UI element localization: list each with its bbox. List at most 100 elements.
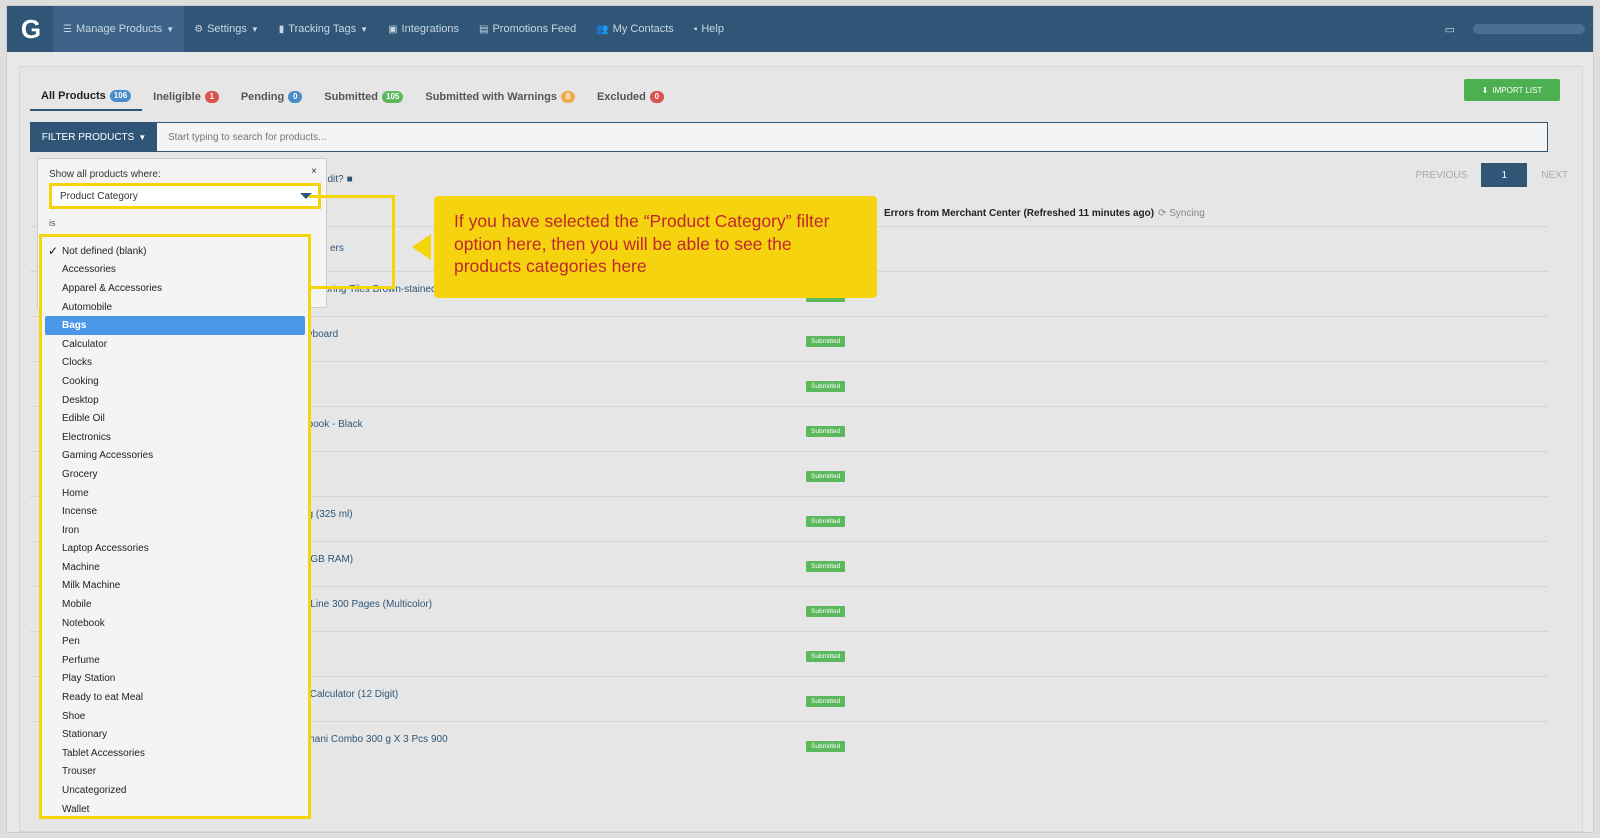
category-option[interactable]: Tablet Accessories xyxy=(42,744,308,763)
app-logo[interactable]: G xyxy=(9,6,53,52)
product-name-link[interactable]: ikhani Combo 300 g X 3 Pcs 900 xyxy=(302,734,448,745)
tab-label: Ineligible xyxy=(153,91,201,103)
nav-item-my-contacts[interactable]: 👥 My Contacts xyxy=(586,6,684,52)
nav-item-tracking-tags[interactable]: ▮ Tracking Tags ▼ xyxy=(269,6,378,52)
account-email[interactable] xyxy=(1473,24,1585,34)
filter-products-button[interactable]: FILTER PRODUCTS ▼ xyxy=(31,123,157,151)
category-option[interactable]: Grocery xyxy=(42,465,308,484)
category-option[interactable]: ✓ Not defined (blank) xyxy=(42,242,308,261)
tab-ineligible[interactable]: Ineligible 1 xyxy=(142,83,230,111)
nav-item-settings[interactable]: ⚙ Settings ▼ xyxy=(184,6,269,52)
id-card-icon[interactable]: ▭ xyxy=(1445,23,1455,36)
category-option[interactable]: Ready to eat Meal xyxy=(42,688,308,707)
close-icon[interactable]: × xyxy=(311,166,317,177)
tab-excluded[interactable]: Excluded 0 xyxy=(586,83,675,111)
category-option[interactable]: Milk Machine xyxy=(42,577,308,596)
tab-label: Submitted xyxy=(324,91,379,103)
category-option[interactable]: Iron xyxy=(42,521,308,540)
nav-item-help[interactable]: ▪ Help xyxy=(684,6,734,52)
category-option-label: Ready to eat Meal xyxy=(62,692,144,704)
category-option[interactable]: Incense xyxy=(42,502,308,521)
category-option-label: Play Station xyxy=(62,673,116,685)
category-option-label: Apparel & Accessories xyxy=(62,282,163,294)
nav-item-integrations[interactable]: ▣ Integrations xyxy=(378,6,469,52)
top-navbar: G ☰ Manage Products ▼ ⚙ Settings ▼ ▮ Tracking T… xyxy=(7,6,1593,52)
category-option[interactable]: Automobile xyxy=(42,298,308,317)
category-option[interactable]: Trouser xyxy=(42,763,308,782)
category-option-label: Home xyxy=(62,487,89,499)
category-option-label: Accessories xyxy=(62,264,116,276)
import-list-button[interactable]: ⬇ IMPORT LIST xyxy=(1464,79,1560,101)
category-option[interactable]: Notebook xyxy=(42,614,308,633)
category-option[interactable]: Clocks xyxy=(42,354,308,373)
filter-field-select[interactable]: Product Category xyxy=(49,183,321,209)
category-option[interactable]: Machine xyxy=(42,558,308,577)
status-badge: Submitted xyxy=(806,516,846,527)
category-option-label: Clocks xyxy=(62,357,93,369)
product-search-input[interactable] xyxy=(157,123,1547,151)
download-icon: ⬇ xyxy=(1481,85,1489,95)
category-option[interactable]: Pen xyxy=(42,632,308,651)
category-option[interactable]: Wallet xyxy=(42,800,308,819)
category-option-label: Not defined (blank) xyxy=(62,245,147,257)
category-option-label: Bags xyxy=(62,320,87,332)
category-option[interactable]: Apparel & Accessories xyxy=(42,279,308,298)
tab-submitted[interactable]: Submitted 105 xyxy=(313,83,414,111)
category-option[interactable]: Edible Oil xyxy=(42,409,308,428)
annotation-connector xyxy=(309,195,395,289)
pagination: PREVIOUS 1 NEXT xyxy=(1416,163,1568,187)
category-option-label: Incense xyxy=(62,506,98,518)
caret-down-icon: ▼ xyxy=(360,24,369,34)
category-option[interactable]: Electronics xyxy=(42,428,308,447)
category-option[interactable]: Cooking xyxy=(42,372,308,391)
category-option[interactable]: Calculator xyxy=(42,335,308,354)
category-option[interactable]: Stationary xyxy=(42,725,308,744)
main-panel: All Products 106 Ineligible 1 Pending 0 Submit… xyxy=(19,66,1583,832)
product-name-link[interactable]: c Calculator (12 Digit) xyxy=(302,689,398,700)
filter-bar: FILTER PRODUCTS ▼ xyxy=(30,122,1548,152)
comment-icon: ▪ xyxy=(693,23,698,35)
status-badge: Submitted xyxy=(806,696,846,707)
status-badge: Submitted xyxy=(806,651,846,662)
tab-all-products[interactable]: All Products 106 xyxy=(30,83,143,111)
category-option[interactable]: Bags xyxy=(45,316,305,335)
category-option[interactable]: Laptop Accessories xyxy=(42,540,308,559)
category-option[interactable]: Uncategorized xyxy=(42,781,308,800)
category-option-label: Laptop Accessories xyxy=(62,543,149,555)
nav-item-promotions-feed[interactable]: ▤ Promotions Feed xyxy=(469,6,586,52)
category-option[interactable]: Gaming Accessories xyxy=(42,447,308,466)
category-option-label: Edible Oil xyxy=(62,413,105,425)
category-option[interactable]: Desktop xyxy=(42,391,308,410)
filter-operator-label: is xyxy=(49,218,56,228)
category-option-label: Shoe xyxy=(62,710,86,722)
nav-item-label: Tracking Tags xyxy=(288,23,357,35)
callout-arrow xyxy=(412,234,431,260)
nav-item-manage-products[interactable]: ☰ Manage Products ▼ xyxy=(53,6,185,52)
category-option[interactable]: Play Station xyxy=(42,670,308,689)
sync-status: ⟳ Syncing xyxy=(1158,208,1205,219)
merchant-center-errors-header: Errors from Merchant Center (Refreshed 1… xyxy=(884,208,1205,219)
category-option-label: Mobile xyxy=(62,599,92,611)
category-option[interactable]: Shoe xyxy=(42,707,308,726)
count-badge: 0 xyxy=(649,91,664,103)
product-name-link[interactable]: ebook - Black xyxy=(302,419,363,430)
tab-pending[interactable]: Pending 0 xyxy=(230,83,313,111)
count-badge: 0 xyxy=(560,91,575,103)
count-badge: 106 xyxy=(109,90,132,102)
tab-submitted-with-warnings[interactable]: Submitted with Warnings 0 xyxy=(414,83,586,111)
category-option[interactable]: Perfume xyxy=(42,651,308,670)
list-icon: ☰ xyxy=(63,23,72,35)
current-page-button[interactable]: 1 xyxy=(1481,163,1528,187)
status-badge: Submitted xyxy=(806,606,846,617)
category-option[interactable]: Accessories xyxy=(42,261,308,280)
product-name-link[interactable]: e Line 300 Pages (Multicolor) xyxy=(302,599,432,610)
status-badge: Submitted xyxy=(806,561,846,572)
next-page-button[interactable]: NEXT xyxy=(1541,170,1568,181)
nav-item-label: Integrations xyxy=(401,23,459,35)
previous-page-button[interactable]: PREVIOUS xyxy=(1416,170,1468,181)
category-option[interactable]: Home xyxy=(42,484,308,503)
category-option[interactable]: Mobile xyxy=(42,595,308,614)
category-option-label: Milk Machine xyxy=(62,580,121,592)
category-option-label: Pen xyxy=(62,636,80,648)
filter-popover-label: Show all products where: xyxy=(49,169,161,180)
